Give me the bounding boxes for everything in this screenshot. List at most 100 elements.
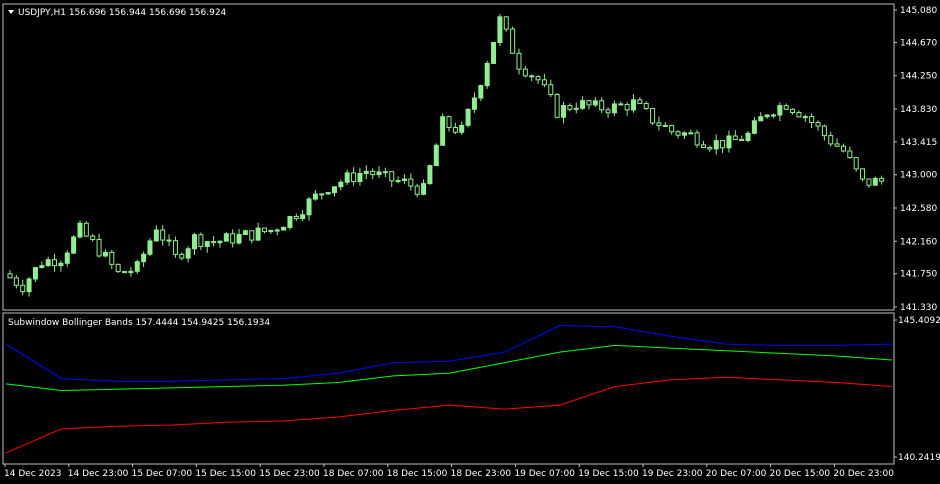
x-tick-label: 18 Dec 15:00	[387, 469, 448, 479]
candle-bear	[529, 75, 535, 78]
x-tick-label: 20 Dec 07:00	[706, 469, 767, 479]
candle-bear	[370, 170, 376, 176]
candle-bull	[141, 253, 147, 263]
candle-bear	[840, 145, 846, 152]
candle-bull	[268, 229, 274, 233]
candle-bear	[109, 251, 115, 265]
x-tick-label: 20 Dec 15:00	[770, 469, 831, 479]
candle-bear	[770, 114, 776, 117]
candle-bear	[230, 233, 236, 244]
candle-bull	[274, 229, 280, 232]
candle-bear	[700, 144, 706, 148]
candle-bear	[821, 125, 827, 137]
candle-bull	[497, 16, 503, 44]
candle-bull	[242, 230, 248, 235]
candle-bull	[58, 262, 64, 267]
candle-bull	[39, 265, 45, 269]
sub-y-tick-label: 140.2419	[898, 453, 940, 463]
x-tick-label: 18 Dec 23:00	[451, 469, 512, 479]
candle-bull	[64, 252, 70, 264]
candle-bull	[185, 248, 191, 259]
candle-bear	[790, 108, 796, 113]
candle-bull	[421, 183, 427, 195]
candle-bear	[650, 107, 656, 124]
x-tick-label: 19 Dec 23:00	[642, 469, 703, 479]
candle-bull	[128, 270, 134, 274]
candle-bear	[261, 227, 267, 233]
candle-bear	[732, 135, 738, 140]
candle-bear	[179, 253, 185, 259]
candle-bear	[172, 240, 178, 255]
candle-bull	[26, 278, 32, 293]
candle-bull	[872, 177, 878, 186]
candle-bull	[631, 99, 637, 111]
candle-bull	[255, 227, 261, 241]
candle-bear	[656, 122, 662, 126]
candle-bear	[586, 100, 592, 106]
candle-bear	[414, 185, 420, 195]
candle-bull	[147, 240, 153, 255]
candle-bull	[77, 222, 83, 238]
candle-bear	[198, 234, 204, 247]
candle-bear	[860, 168, 866, 180]
candle-bear	[567, 105, 573, 110]
candle-bear	[688, 132, 694, 135]
main-y-tick-label: 145.080	[900, 6, 937, 16]
candle-bull	[478, 85, 484, 99]
main-y-tick-label: 142.160	[900, 237, 937, 247]
candle-bull	[281, 226, 287, 231]
candle-bear	[605, 109, 611, 114]
candle-bull	[192, 234, 198, 250]
candle-bull	[611, 103, 617, 114]
candle-bull	[357, 172, 363, 182]
candle-bull	[319, 193, 325, 196]
candle-bear	[446, 116, 452, 128]
chart-background	[0, 0, 940, 484]
candle-bear	[828, 135, 834, 145]
candle-bull	[471, 97, 477, 110]
candle-bear	[834, 143, 840, 147]
main-y-tick-label: 143.000	[900, 171, 937, 181]
candle-bull	[401, 178, 407, 182]
candle-bear	[211, 241, 217, 244]
candle-bear	[637, 99, 643, 105]
main-y-tick-label: 144.250	[900, 72, 937, 82]
candle-bull	[459, 124, 465, 133]
candle-bull	[491, 42, 497, 64]
x-tick-label: 15 Dec 07:00	[132, 469, 193, 479]
candle-bull	[561, 105, 567, 118]
candle-bear	[541, 79, 547, 86]
candle-bull	[363, 170, 369, 174]
candle-bull	[484, 62, 490, 87]
candle-bull	[580, 100, 586, 109]
candle-bull	[751, 120, 757, 134]
candle-bull	[681, 132, 687, 136]
candle-bull	[777, 105, 783, 116]
candle-bull	[764, 114, 770, 118]
candle-bull	[287, 216, 293, 228]
candle-bear	[452, 126, 458, 133]
chart-root: 145.080 144.670 144.250 143.830 143.415 143.0…	[0, 0, 940, 484]
candle-bear	[675, 131, 681, 136]
candle-bear	[122, 271, 128, 274]
candle-bear	[796, 111, 802, 118]
candle-bear	[90, 235, 96, 240]
candle-bear	[669, 125, 675, 133]
candle-bull	[331, 186, 337, 194]
candle-bear	[624, 104, 630, 111]
x-tick-label: 14 Dec 23:00	[68, 469, 129, 479]
candle-bull	[217, 240, 223, 244]
candle-bull	[376, 171, 382, 176]
main-window-title: USDJPY,H1 156.696 156.944 156.696 156.92…	[18, 8, 227, 18]
candle-bear	[503, 16, 509, 30]
candle-bull	[395, 180, 401, 183]
candle-bear	[160, 229, 166, 241]
candle-bull	[300, 214, 306, 220]
candle-bull	[382, 171, 388, 174]
candle-bull	[153, 229, 159, 242]
candle-bull	[465, 108, 471, 126]
candle-bull	[440, 116, 446, 146]
candle-bear	[707, 146, 713, 150]
candle-bear	[815, 122, 821, 127]
candle-bear	[249, 230, 255, 241]
